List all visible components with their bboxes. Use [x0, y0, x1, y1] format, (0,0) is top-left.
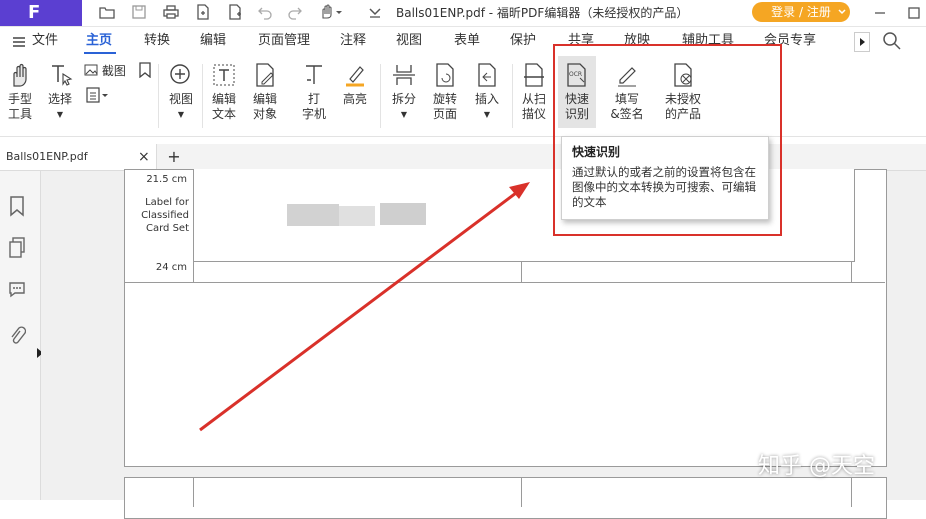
ocr-tooltip: 快速识别 通过默认的或者之前的设置将包含在图像中的文本转换为可搜索、可编辑的文本: [561, 136, 769, 220]
watermark: 知乎 @天空: [758, 454, 875, 479]
tooltip-title: 快速识别: [572, 145, 621, 159]
tooltip-body: 通过默认的或者之前的设置将包含在图像中的文本转换为可搜索、可编辑的文本: [572, 165, 756, 209]
annotation-arrow: [199, 182, 530, 432]
